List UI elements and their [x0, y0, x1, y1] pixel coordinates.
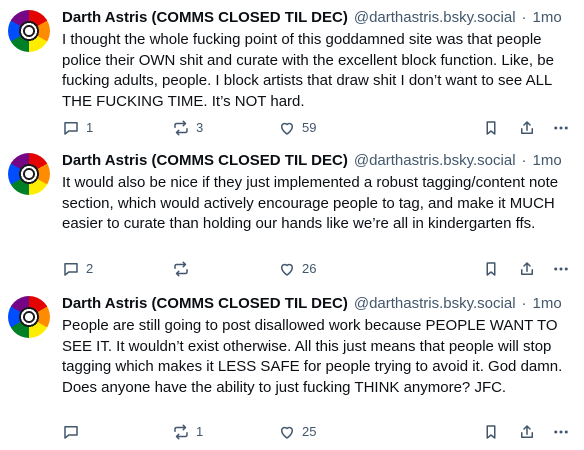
post-text: People are still going to post disallowe… — [62, 317, 563, 396]
repost-button[interactable] — [172, 259, 196, 279]
bookmark-button[interactable] — [482, 259, 500, 279]
more-horizontal-icon — [554, 126, 568, 130]
like-button[interactable]: 25 — [278, 422, 316, 442]
reply-count: 1 — [86, 120, 94, 135]
repost-count: 1 — [196, 424, 204, 439]
author-handle[interactable]: @darthastris.bsky.social — [354, 151, 516, 171]
like-button[interactable]: 59 — [278, 118, 316, 138]
avatar[interactable] — [8, 10, 50, 52]
speech-bubble-icon — [64, 426, 78, 439]
like-count: 26 — [302, 261, 317, 276]
repost-count: 3 — [196, 120, 204, 135]
post-text: It would also be nice if they just imple… — [62, 174, 559, 232]
bookmark-button[interactable] — [482, 422, 500, 442]
post-actions: 1 3 59 — [62, 118, 578, 138]
more-options-button[interactable] — [552, 118, 570, 138]
post-time[interactable]: 1mo — [533, 294, 562, 314]
repost-button[interactable]: 1 — [172, 422, 203, 442]
heart-icon — [281, 122, 293, 135]
share-icon — [521, 262, 533, 275]
reply-count: 2 — [86, 261, 94, 276]
repost-arrows-icon — [174, 424, 188, 440]
share-icon — [521, 425, 533, 438]
speech-bubble-icon — [64, 122, 78, 135]
post-body: Darth Astris (COMMS CLOSED TIL DEC) @dar… — [62, 294, 578, 440]
post-header: Darth Astris (COMMS CLOSED TIL DEC) @dar… — [62, 294, 578, 314]
post-body: Darth Astris (COMMS CLOSED TIL DEC) @dar… — [62, 8, 578, 136]
thread-feed: Darth Astris (COMMS CLOSED TIL DEC) @dar… — [0, 0, 584, 450]
author-handle[interactable]: @darthastris.bsky.social — [354, 294, 516, 314]
post-time[interactable]: 1mo — [533, 8, 562, 28]
share-button[interactable] — [518, 118, 536, 138]
repost-button[interactable]: 3 — [172, 118, 203, 138]
share-button[interactable] — [518, 259, 536, 279]
post-time[interactable]: 1mo — [533, 151, 562, 171]
speech-bubble-icon — [64, 263, 78, 276]
more-options-button[interactable] — [552, 422, 570, 442]
reply-button[interactable] — [62, 422, 86, 442]
author-name[interactable]: Darth Astris (COMMS CLOSED TIL DEC) — [62, 294, 348, 314]
post[interactable]: Darth Astris (COMMS CLOSED TIL DEC) @dar… — [0, 294, 584, 444]
avatar[interactable] — [8, 153, 50, 195]
share-button[interactable] — [518, 422, 536, 442]
author-name[interactable]: Darth Astris (COMMS CLOSED TIL DEC) — [62, 8, 348, 28]
reply-button[interactable]: 2 — [62, 259, 93, 279]
more-horizontal-icon — [554, 430, 568, 434]
heart-icon — [281, 263, 293, 276]
repost-arrows-icon — [174, 120, 188, 136]
bookmark-icon — [486, 425, 496, 439]
repost-arrows-icon — [174, 261, 188, 277]
bookmark-icon — [486, 121, 496, 135]
post-text: I thought the whole fucking point of thi… — [62, 31, 554, 110]
like-count: 25 — [302, 424, 317, 439]
like-button[interactable]: 26 — [278, 259, 316, 279]
author-handle[interactable]: @darthastris.bsky.social — [354, 8, 516, 28]
avatar[interactable] — [8, 296, 50, 338]
separator-dot: · — [521, 152, 527, 169]
share-icon — [521, 121, 533, 134]
post-body: Darth Astris (COMMS CLOSED TIL DEC) @dar… — [62, 151, 578, 277]
post[interactable]: Darth Astris (COMMS CLOSED TIL DEC) @dar… — [0, 8, 584, 138]
post-actions: 2 26 — [62, 259, 578, 279]
more-horizontal-icon — [554, 267, 568, 271]
post-actions: 1 25 — [62, 422, 578, 442]
author-name[interactable]: Darth Astris (COMMS CLOSED TIL DEC) — [62, 151, 348, 171]
post-header: Darth Astris (COMMS CLOSED TIL DEC) @dar… — [62, 151, 578, 171]
reply-button[interactable]: 1 — [62, 118, 93, 138]
more-options-button[interactable] — [552, 259, 570, 279]
bookmark-icon — [486, 262, 496, 276]
separator-dot: · — [521, 9, 527, 26]
bookmark-button[interactable] — [482, 118, 500, 138]
post[interactable]: Darth Astris (COMMS CLOSED TIL DEC) @dar… — [0, 151, 584, 281]
like-count: 59 — [302, 120, 317, 135]
heart-icon — [281, 426, 293, 439]
post-header: Darth Astris (COMMS CLOSED TIL DEC) @dar… — [62, 8, 578, 28]
separator-dot: · — [521, 295, 527, 312]
